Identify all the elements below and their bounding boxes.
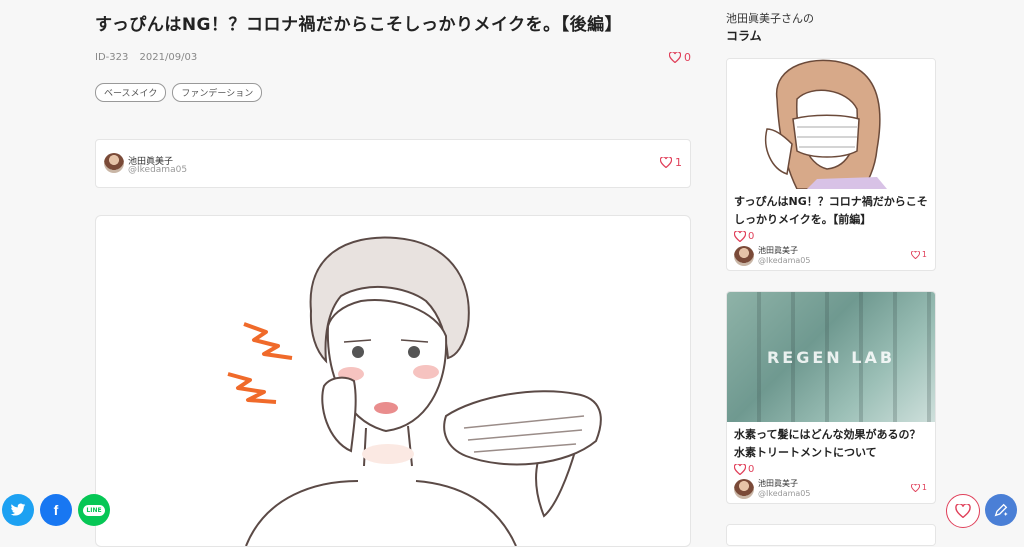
avatar [734,246,754,266]
sidebar-author-label: 池田眞美子さんの [726,12,814,25]
column-like-number: 0 [748,464,755,475]
column-author-name: 池田眞美子 [758,479,798,488]
tag-base-make[interactable]: ベースメイク [95,83,167,102]
heart-icon [660,157,672,168]
heart-icon [669,52,681,63]
facebook-share-button[interactable]: f [40,494,72,526]
column-author-like-number: 1 [921,250,927,259]
column-title: すっぴんはNG！？コロナ禍だからこそしっかりメイクを。【前編】 [734,195,928,226]
article-hero-image [95,215,691,547]
article-date: 2021/09/03 [139,52,198,63]
twitter-share-button[interactable] [2,494,34,526]
woman-mask-thumbnail-illustration [765,59,887,190]
author-like-number: 1 [675,156,682,169]
article-title: すっぴんはNG！？コロナ禍だからこそしっかりメイクを。【後編】 [95,15,623,35]
column-author-like-count: 1 [910,250,927,259]
woman-with-mask-illustration [227,236,602,546]
heart-icon [734,231,746,242]
article-like-button[interactable]: 0 [669,51,691,64]
heart-icon [910,250,920,259]
column-thumbnail: REGEN LAB [727,292,935,422]
column-thumbnail [727,59,935,190]
column-like-count: 0 [727,229,935,244]
column-author-like-count: 1 [910,483,927,492]
article-id: ID-323 [95,52,129,63]
sidebar-heading: コラム [726,29,762,43]
line-share-button[interactable]: LINE [78,494,110,526]
column-author-handle: @Ikedama05 [758,256,811,265]
column-author: 池田眞美子 @Ikedama05 1 [727,477,935,503]
author-handle: @Ikedama05 [128,165,188,175]
line-icon: LINE [83,504,105,516]
article-meta: ID-323 2021/09/03 [95,52,205,63]
column-author-handle: @Ikedama05 [758,489,811,498]
column-card[interactable] [726,524,936,546]
column-card[interactable]: すっぴんはNG！？コロナ禍だからこそしっかりメイクを。【前編】 0 池田眞美子 … [726,58,936,271]
heart-icon [910,483,920,492]
column-like-number: 0 [748,231,755,242]
column-author-like-number: 1 [921,483,927,492]
column-card[interactable]: REGEN LAB 水素って髪にはどんな効果があるの？水素トリートメントについて… [726,291,936,504]
avatar [104,153,124,173]
column-like-count: 0 [727,462,935,477]
pen-sparkle-icon [994,503,1008,517]
regen-lab-logo: REGEN LAB [766,348,896,367]
article-like-count: 0 [684,51,691,64]
column-title: 水素って髪にはどんな効果があるの？水素トリートメントについて [734,428,921,459]
column-author-name: 池田眞美子 [758,246,798,255]
twitter-icon [10,503,26,516]
avatar [734,479,754,499]
tag-foundation[interactable]: ファンデーション [172,83,263,102]
heart-icon [734,464,746,475]
column-author: 池田眞美子 @Ikedama05 1 [727,244,935,270]
favorite-fab-button[interactable] [946,494,980,528]
heart-icon [955,504,971,518]
write-fab-button[interactable] [985,494,1017,526]
author-like-count: 1 [660,156,682,169]
column-thumbnail [727,525,935,545]
tag-list: ベースメイク ファンデーション [95,83,263,102]
facebook-icon: f [53,502,59,518]
author-card[interactable]: 池田眞美子 @Ikedama05 1 [95,139,691,188]
